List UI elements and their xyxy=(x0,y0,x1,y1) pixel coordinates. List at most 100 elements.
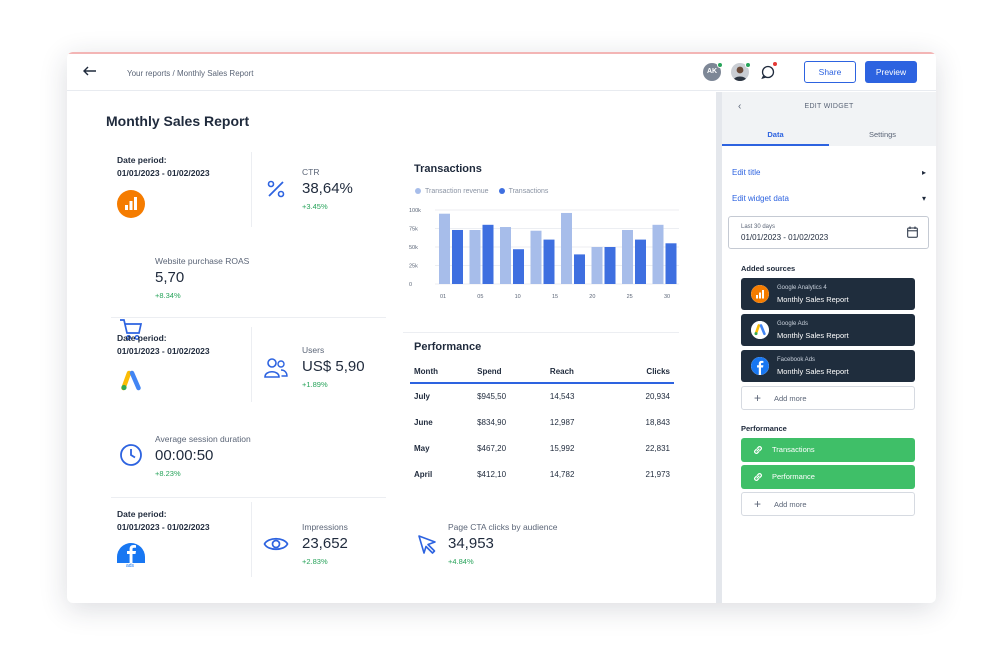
x-tick-label: 20 xyxy=(589,294,595,300)
edit-title-label: Edit title xyxy=(732,168,761,177)
edit-title-row[interactable]: Edit title ▸ xyxy=(732,168,926,177)
x-tick-label: 05 xyxy=(477,294,483,300)
bar xyxy=(635,239,646,284)
date-period: Date period: 01/01/2023 - 01/02/2023 xyxy=(117,332,210,358)
bar xyxy=(513,249,524,284)
table-cell: 14,543 xyxy=(549,392,575,401)
performance-title: Performance xyxy=(414,341,482,353)
date-period-range: 01/01/2023 - 01/02/2023 xyxy=(117,346,210,356)
add-widget-button[interactable]: + Add more xyxy=(741,492,915,516)
legend-item[interactable]: Transaction revenue xyxy=(415,188,489,195)
x-tick-label: 25 xyxy=(627,294,633,300)
bar xyxy=(622,229,633,284)
source-report: Monthly Sales Report xyxy=(777,295,849,304)
date-range-preset: Last 30 days xyxy=(741,224,776,230)
tab-settings[interactable]: Settings xyxy=(829,128,936,146)
online-status-dot xyxy=(717,62,723,68)
bar xyxy=(482,224,494,284)
google-analytics-icon xyxy=(751,285,769,303)
share-button[interactable]: Share xyxy=(804,61,856,83)
table-row: May $467,20 15,992 22,831 xyxy=(410,435,674,461)
metric-value-impressions: 23,652 xyxy=(302,535,348,552)
date-range-value: 01/01/2023 - 01/02/2023 xyxy=(741,233,829,242)
column-header-clicks[interactable]: Clicks xyxy=(609,361,674,384)
cursor-icon xyxy=(418,535,436,554)
legend-label: Transaction revenue xyxy=(425,188,489,195)
breadcrumb[interactable]: Your reports / Monthly Sales Report xyxy=(127,69,253,78)
header-bar: Your reports / Monthly Sales Report AK S… xyxy=(67,54,936,91)
bar xyxy=(652,224,664,284)
eye-icon xyxy=(263,537,289,551)
bar xyxy=(439,213,450,284)
column-header-spend[interactable]: Spend xyxy=(473,361,546,384)
divider xyxy=(111,317,386,318)
metric-value-ctr: 38,64% xyxy=(302,180,353,197)
link-icon xyxy=(754,446,762,454)
y-tick-label: 50k xyxy=(409,245,418,251)
bar xyxy=(574,254,585,284)
google-analytics-icon xyxy=(117,190,145,218)
table-cell: May xyxy=(414,443,430,453)
facebook-ads-icon xyxy=(117,543,145,563)
caret-right-icon: ▸ xyxy=(921,168,926,177)
metric-value-roas: 5,70 xyxy=(155,269,185,286)
bar xyxy=(561,212,572,284)
legend-label: Transactions xyxy=(508,188,549,195)
source-facebook-ads[interactable]: Facebook Ads Monthly Sales Report xyxy=(741,350,915,382)
table-cell: $834,90 xyxy=(477,417,507,427)
column-header-month[interactable]: Month xyxy=(410,361,474,384)
table-cell: 12,987 xyxy=(549,417,575,427)
edit-widget-data-label: Edit widget data xyxy=(732,194,789,203)
back-arrow-icon[interactable] xyxy=(81,62,99,80)
notification-dot xyxy=(772,61,778,67)
widget-link-transactions[interactable]: Transactions xyxy=(741,438,915,462)
report-canvas: Monthly Sales Report Date period: 01/01/… xyxy=(67,92,716,603)
source-google-analytics[interactable]: Google Analytics 4 Monthly Sales Report xyxy=(741,278,915,310)
table-cell: June xyxy=(414,417,433,427)
edit-widget-panel: ‹ EDIT WIDGET Data Settings Edit title ▸… xyxy=(722,92,936,603)
y-tick-label: 25k xyxy=(409,264,418,270)
metric-value-session: 00:00:50 xyxy=(155,447,214,464)
edit-widget-data-row[interactable]: Edit widget data ▾ xyxy=(732,194,926,203)
google-ads-icon xyxy=(121,370,141,391)
chart-title: Transactions xyxy=(414,163,482,175)
source-google-ads[interactable]: Google Ads Monthly Sales Report xyxy=(741,314,915,346)
add-more-label: Add more xyxy=(774,500,807,509)
panel-title: EDIT WIDGET xyxy=(804,103,854,110)
bar xyxy=(543,239,555,284)
clock-icon xyxy=(120,444,142,466)
metric-value-cta: 34,953 xyxy=(448,535,494,552)
source-report: Monthly Sales Report xyxy=(777,367,849,376)
tab-data[interactable]: Data xyxy=(722,128,829,146)
x-tick-label: 01 xyxy=(440,294,446,300)
column-header-reach[interactable]: Reach xyxy=(545,361,610,384)
added-sources-title: Added sources xyxy=(741,264,796,273)
legend-item[interactable]: Transactions xyxy=(498,188,549,195)
date-period-label: Date period: xyxy=(117,509,167,519)
divider xyxy=(251,502,252,577)
table-header-row: Month Spend Reach Clicks xyxy=(410,361,674,384)
widget-link-performance[interactable]: Performance xyxy=(741,465,915,489)
widget-link-label: Transactions xyxy=(772,445,815,454)
y-tick-label: 0 xyxy=(409,282,412,288)
table-cell: 22,831 xyxy=(645,443,670,453)
divider xyxy=(251,327,252,402)
plus-icon: + xyxy=(754,497,762,511)
legend-swatch xyxy=(415,188,421,195)
date-range-picker[interactable]: Last 30 days 01/01/2023 - 01/02/2023 xyxy=(728,216,929,249)
users-icon xyxy=(264,358,288,378)
table-row: April $412,10 14,782 21,973 xyxy=(410,461,674,487)
preview-button[interactable]: Preview xyxy=(865,61,917,83)
date-period-label: Date period: xyxy=(117,155,167,165)
y-tick-label: 75k xyxy=(409,227,418,233)
date-period: Date period: 01/01/2023 - 01/02/2023 xyxy=(117,508,210,534)
table-cell: 20,934 xyxy=(645,392,670,401)
source-platform: Google Analytics 4 xyxy=(777,285,827,291)
metric-label-ctr: CTR xyxy=(302,167,320,177)
bar xyxy=(500,227,511,284)
metric-value-users: US$ 5,90 xyxy=(302,358,365,375)
y-tick-label: 100k xyxy=(409,208,421,214)
metric-label-users: Users xyxy=(302,345,325,355)
add-source-button[interactable]: + Add more xyxy=(741,386,915,410)
page-title: Monthly Sales Report xyxy=(106,113,250,129)
